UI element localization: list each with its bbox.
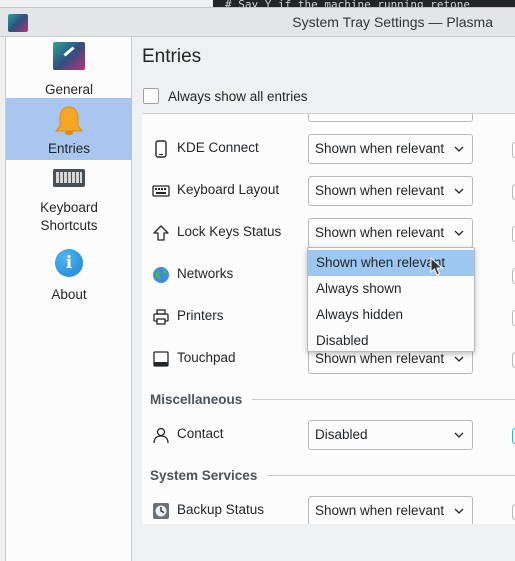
always-show-all-checkbox[interactable] [143,88,159,104]
chevron-down-icon [454,356,464,362]
section-title: System Services [150,468,258,483]
globe-icon [153,267,169,283]
sidebar-item-entries[interactable]: Entries [6,98,132,160]
phone-icon [155,140,167,158]
sidebar-item-label: Entries [47,141,91,156]
chevron-down-icon [454,230,464,236]
always-show-all-row[interactable]: Always show all entries [143,87,308,105]
sidebar-item-label-line2: Shortcuts [40,218,98,233]
visibility-combo[interactable]: Shown when relevant [308,176,473,206]
dropdown-option-always-hidden[interactable]: Always hidden [308,302,474,328]
keyboard-icon [152,185,170,197]
sidebar-item-keyboard-shortcuts[interactable]: Keyboard Shortcuts [6,160,132,238]
entry-row-keyboard-layout: Keyboard Layout Shown when relevant [142,170,515,212]
always-show-all-label: Always show all entries [168,88,308,104]
keyboard-icon [53,169,85,187]
partial-combo-above[interactable] [308,114,473,122]
entry-label: KDE Connect [177,140,259,155]
page-title: Entries [142,46,202,67]
combo-value: Shown when relevant [315,141,445,156]
entry-label: Keyboard Layout [177,182,280,197]
dropdown-option-disabled[interactable]: Disabled [308,328,474,354]
arrow-up-icon [153,225,169,241]
sidebar: General Entries Keyboard Shortcuts i Abo… [5,37,132,561]
mouse-cursor-icon [430,257,444,276]
info-icon: i [55,249,83,277]
section-divider [267,475,515,476]
sidebar-item-label: About [51,287,87,302]
sidebar-item-general[interactable]: General [6,37,132,98]
sidebar-item-about[interactable]: i About [6,243,132,302]
combo-value: Shown when relevant [315,225,445,240]
combo-value: Shown when relevant [315,183,445,198]
dropdown-option-always-shown[interactable]: Always shown [308,276,474,302]
combo-value: Shown when relevant [315,503,445,518]
visibility-dropdown-popup: Shown when relevant Always shown Always … [307,247,475,352]
entry-label: Backup Status [177,502,265,517]
visibility-combo[interactable]: Shown when relevant [308,496,473,524]
entry-label: Contact [177,426,224,441]
backup-icon [153,503,169,519]
chevron-down-icon [454,146,464,152]
visibility-combo[interactable]: Shown when relevant [308,134,473,164]
dropdown-option-shown-when-relevant[interactable]: Shown when relevant [308,250,474,276]
entry-row-backup-status: Backup Status Shown when relevant [142,490,515,524]
entry-label: Touchpad [177,350,236,365]
visibility-combo[interactable]: Shown when relevant [308,218,473,248]
entry-label: Networks [177,266,234,281]
chevron-down-icon [454,508,464,514]
sidebar-item-label: General [44,82,94,97]
window-title: System Tray Settings — Plasma [292,14,493,30]
bell-icon [54,106,84,136]
general-icon [53,42,85,70]
chevron-down-icon [454,432,464,438]
touchpad-icon [153,351,169,367]
title-bar[interactable]: System Tray Settings — Plasma [0,7,515,37]
chevron-down-icon [454,188,464,194]
combo-value: Disabled [315,427,368,442]
person-icon [153,427,169,444]
section-title: Miscellaneous [150,392,243,407]
entry-label: Printers [177,308,224,323]
entry-row-contact: Contact Disabled [142,414,515,456]
sidebar-item-label-line1: Keyboard [40,200,98,215]
section-header-system-services: System Services [150,468,515,483]
entry-label: Lock Keys Status [177,224,282,239]
section-header-miscellaneous: Miscellaneous [150,392,515,407]
printer-icon [153,309,169,325]
visibility-combo[interactable]: Disabled [308,420,473,450]
entry-row-kde-connect: KDE Connect Shown when relevant [142,128,515,170]
section-divider [252,399,515,400]
